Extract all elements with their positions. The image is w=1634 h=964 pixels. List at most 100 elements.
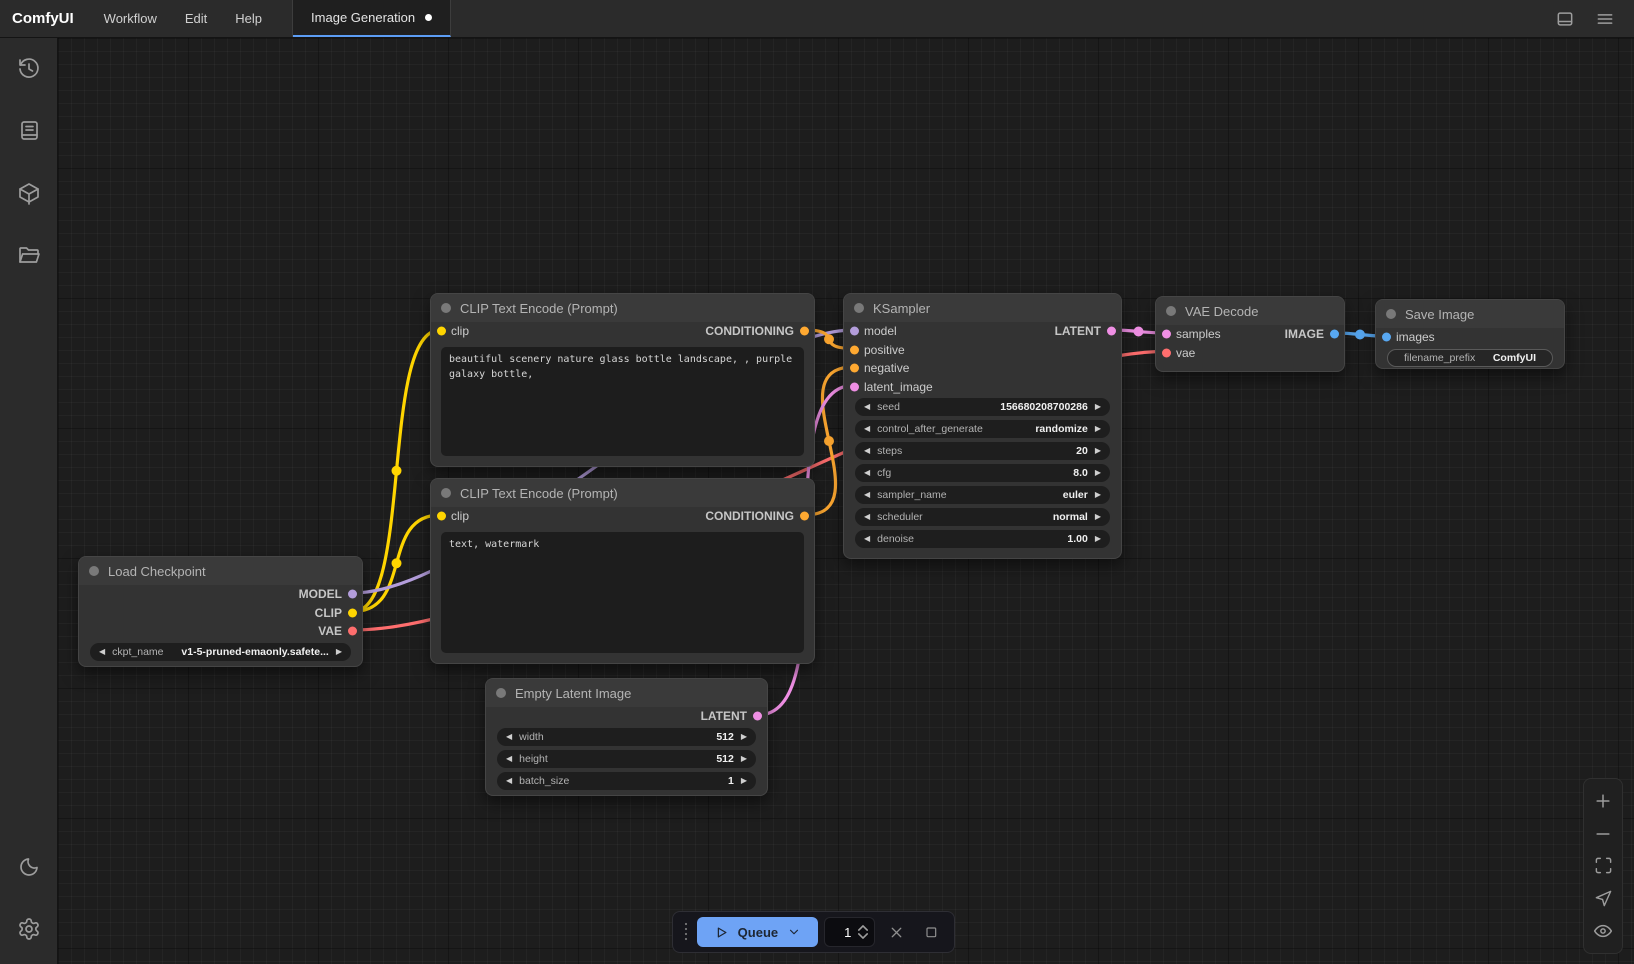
collapse-dot[interactable] (441, 303, 451, 313)
widget-width[interactable]: ◀width512▶ (497, 728, 756, 746)
node-empty-latent[interactable]: Empty Latent ImageLATENT◀width512▶◀heigh… (485, 678, 768, 796)
output-port-CONDITIONING[interactable] (800, 327, 809, 336)
input-port-samples[interactable] (1162, 330, 1171, 339)
menu-edit[interactable]: Edit (171, 0, 221, 37)
fit-view-button[interactable] (1588, 852, 1618, 880)
widget-batch_size[interactable]: ◀batch_size1▶ (497, 772, 756, 790)
output-port-IMAGE[interactable] (1330, 330, 1339, 339)
interrupt-button[interactable] (917, 917, 946, 947)
node-header[interactable]: CLIP Text Encode (Prompt) (431, 479, 814, 507)
output-port-LATENT[interactable] (1107, 327, 1116, 336)
input-port-latent_image[interactable] (850, 382, 859, 391)
decrement-arrow-icon[interactable]: ◀ (864, 491, 870, 499)
node-header[interactable]: VAE Decode (1156, 297, 1344, 325)
chevron-down-icon[interactable] (787, 925, 801, 939)
increment-arrow-icon[interactable]: ▶ (1095, 447, 1101, 455)
collapse-dot[interactable] (441, 488, 451, 498)
widget-cfg[interactable]: ◀cfg8.0▶ (855, 464, 1110, 482)
input-port-images[interactable] (1382, 333, 1391, 342)
increment-arrow-icon[interactable]: ▶ (741, 777, 747, 785)
drag-handle[interactable] (681, 919, 691, 945)
increment-arrow-icon[interactable]: ▶ (741, 755, 747, 763)
decrement-arrow-icon[interactable]: ◀ (99, 648, 105, 656)
input-port-positive[interactable] (850, 345, 859, 354)
node-header[interactable]: KSampler (844, 294, 1121, 322)
input-port-clip[interactable] (437, 327, 446, 336)
input-port-vae[interactable] (1162, 348, 1171, 357)
decrement-arrow-icon[interactable]: ◀ (864, 403, 870, 411)
toggle-link-visibility-button[interactable] (1588, 917, 1618, 945)
increment-arrow-icon[interactable]: ▶ (1095, 425, 1101, 433)
prompt-text-area[interactable]: text, watermark (441, 532, 804, 654)
decrement-arrow-icon[interactable]: ◀ (506, 777, 512, 785)
collapse-dot[interactable] (854, 303, 864, 313)
node-header[interactable]: Empty Latent Image (486, 679, 767, 707)
node-header[interactable]: Save Image (1376, 300, 1564, 328)
menu-help[interactable]: Help (221, 0, 276, 37)
increment-arrow-icon[interactable]: ▶ (741, 733, 747, 741)
widget-seed[interactable]: ◀seed156680208700286▶ (855, 398, 1110, 416)
clear-queue-button[interactable] (881, 917, 910, 947)
widget-sampler_name[interactable]: ◀sampler_nameeuler▶ (855, 486, 1110, 504)
main-menu-button[interactable] (1590, 4, 1620, 34)
output-port-CONDITIONING[interactable] (800, 512, 809, 521)
increment-arrow-icon[interactable]: ▶ (1095, 513, 1101, 521)
output-port-CLIP[interactable] (348, 608, 357, 617)
increment-arrow-icon[interactable]: ▶ (1095, 403, 1101, 411)
batch-count-input[interactable]: 1 (824, 917, 875, 947)
collapse-dot[interactable] (496, 688, 506, 698)
output-port-VAE[interactable] (348, 627, 357, 636)
node-save-image[interactable]: Save Imageimagesfilename_prefixComfyUI (1375, 299, 1565, 369)
widget-steps[interactable]: ◀steps20▶ (855, 442, 1110, 460)
node-load-checkpoint[interactable]: Load CheckpointMODELCLIPVAE◀ckpt_namev1-… (78, 556, 363, 667)
select-mode-button[interactable] (1588, 884, 1618, 912)
theme-toggle-button[interactable] (8, 846, 50, 888)
prompt-text-area[interactable]: beautiful scenery nature glass bottle la… (441, 347, 804, 457)
increment-arrow-icon[interactable]: ▶ (1095, 491, 1101, 499)
sidebar-item-node-library[interactable] (8, 110, 50, 152)
zoom-in-button[interactable] (1588, 787, 1618, 815)
node-ksampler[interactable]: KSamplermodelLATENTpositivenegativelaten… (843, 293, 1122, 559)
collapse-dot[interactable] (1386, 309, 1396, 319)
widget-denoise[interactable]: ◀denoise1.00▶ (855, 530, 1110, 548)
sidebar-item-queue-history[interactable] (8, 48, 50, 90)
input-port-model[interactable] (850, 327, 859, 336)
increment-arrow-icon[interactable]: ▶ (1095, 469, 1101, 477)
increment-arrow-icon[interactable]: ▶ (336, 648, 342, 656)
widget-value: v1-5-pruned-emaonly.safete... (181, 646, 328, 658)
decrement-arrow-icon[interactable]: ◀ (864, 513, 870, 521)
tab-image-generation[interactable]: Image Generation (293, 0, 451, 37)
node-vae-decode[interactable]: VAE DecodesamplesIMAGEvae (1155, 296, 1345, 372)
collapse-dot[interactable] (1166, 306, 1176, 316)
batch-count-stepper[interactable] (858, 925, 868, 939)
node-clip-neg[interactable]: CLIP Text Encode (Prompt)clipCONDITIONIN… (430, 478, 815, 664)
node-clip-pos[interactable]: CLIP Text Encode (Prompt)clipCONDITIONIN… (430, 293, 815, 467)
settings-button[interactable] (8, 908, 50, 950)
node-header[interactable]: Load Checkpoint (79, 557, 362, 585)
decrement-arrow-icon[interactable]: ◀ (864, 469, 870, 477)
queue-button[interactable]: Queue (697, 917, 818, 947)
output-port-MODEL[interactable] (348, 590, 357, 599)
output-port-LATENT[interactable] (753, 712, 762, 721)
node-header[interactable]: CLIP Text Encode (Prompt) (431, 294, 814, 322)
toggle-bottom-panel-button[interactable] (1550, 4, 1580, 34)
input-port-clip[interactable] (437, 512, 446, 521)
stop-square-icon (923, 924, 939, 940)
collapse-dot[interactable] (89, 566, 99, 576)
widget-scheduler[interactable]: ◀schedulernormal▶ (855, 508, 1110, 526)
widget-control_after_generate[interactable]: ◀control_after_generaterandomize▶ (855, 420, 1110, 438)
menu-workflow[interactable]: Workflow (90, 0, 171, 37)
widget-filename_prefix[interactable]: filename_prefixComfyUI (1387, 349, 1553, 367)
input-port-negative[interactable] (850, 364, 859, 373)
sidebar-item-workflows[interactable] (8, 234, 50, 276)
decrement-arrow-icon[interactable]: ◀ (864, 535, 870, 543)
sidebar-item-model-library[interactable] (8, 172, 50, 214)
zoom-out-button[interactable] (1588, 820, 1618, 848)
increment-arrow-icon[interactable]: ▶ (1095, 535, 1101, 543)
decrement-arrow-icon[interactable]: ◀ (864, 425, 870, 433)
decrement-arrow-icon[interactable]: ◀ (506, 733, 512, 741)
widget-ckpt_name[interactable]: ◀ckpt_namev1-5-pruned-emaonly.safete...▶ (90, 643, 351, 661)
decrement-arrow-icon[interactable]: ◀ (864, 447, 870, 455)
decrement-arrow-icon[interactable]: ◀ (506, 755, 512, 763)
widget-height[interactable]: ◀height512▶ (497, 750, 756, 768)
